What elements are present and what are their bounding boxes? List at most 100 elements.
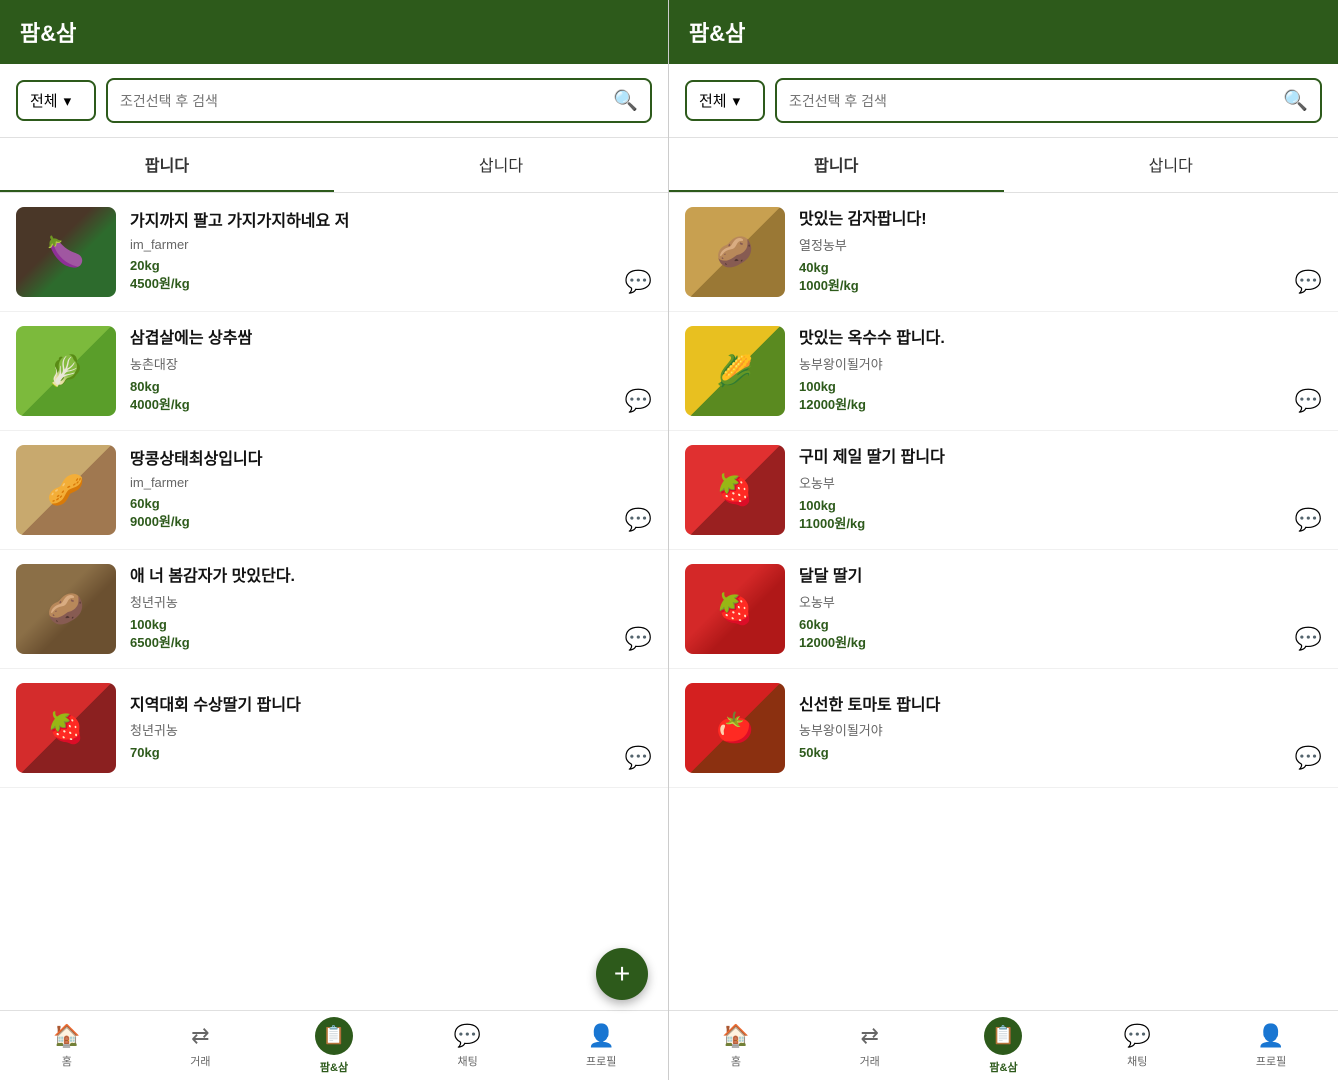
left-tabs: 팝니다 삽니다 [0, 138, 668, 193]
nav-item-프로필[interactable]: 👤 프로필 [1204, 1011, 1338, 1080]
product-seller: 농부왕이될거야 [799, 354, 1322, 373]
right-search-input[interactable] [789, 93, 1275, 109]
chevron-down-icon: ▾ [733, 92, 741, 110]
product-info: 맛있는 감자팝니다! 열정농부 40kg 1000원/kg [799, 210, 1322, 294]
nav-label: 채팅 [457, 1053, 477, 1069]
product-title: 달달 딸기 [799, 567, 1322, 588]
nav-item-홈[interactable]: 🏠 홈 [669, 1011, 803, 1080]
nav-item-프로필[interactable]: 👤 프로필 [534, 1011, 668, 1080]
chat-button[interactable]: 💬 [625, 745, 652, 771]
nav-label: 채팅 [1127, 1053, 1147, 1069]
right-screen: 팜&삼 전체 ▾ 🔍 팝니다 삽니다 🥔 맛있는 감자팝니다! [669, 0, 1338, 1080]
product-price: 11000원/kg [799, 513, 1322, 532]
product-image: 🍆 [16, 207, 116, 297]
nav-item-팜&삼[interactable]: 📋 팜&삼 [937, 1011, 1071, 1080]
list-item: 🥬 삼겹살에는 상추쌈 농촌대장 80kg 4000원/kg 💬 [0, 312, 668, 431]
product-seller: 농촌대장 [130, 354, 652, 373]
list-item: 🍆 가지까지 팔고 가지가지하네요 저 im_farmer 20kg 4500원… [0, 193, 668, 312]
product-image: 🥜 [16, 445, 116, 535]
nav-icon-active: 📋 [315, 1017, 353, 1055]
left-search-button[interactable]: 🔍 [613, 88, 638, 113]
nav-icon: 💬 [1124, 1023, 1151, 1049]
product-title: 신선한 토마토 팝니다 [799, 696, 1322, 717]
left-search-input[interactable] [120, 93, 605, 109]
right-tabs: 팝니다 삽니다 [669, 138, 1338, 193]
right-search-button[interactable]: 🔍 [1283, 88, 1308, 113]
right-tab-buy[interactable]: 삽니다 [1004, 138, 1338, 192]
nav-icon-active: 📋 [984, 1017, 1022, 1055]
list-item: 🍅 신선한 토마토 팝니다 농부왕이될거야 50kg 💬 [669, 669, 1338, 788]
product-title: 맛있는 옥수수 팝니다. [799, 329, 1322, 350]
chat-button[interactable]: 💬 [625, 388, 652, 414]
left-product-list: 🍆 가지까지 팔고 가지가지하네요 저 im_farmer 20kg 4500원… [0, 193, 668, 1010]
product-image: 🍓 [16, 683, 116, 773]
product-amount: 80kg [130, 379, 652, 394]
product-seller: 농부왕이될거야 [799, 720, 1322, 739]
chat-button[interactable]: 💬 [1295, 388, 1322, 414]
left-bottom-nav: 🏠 홈 ⇄ 거래 📋 팜&삼 💬 채팅 👤 프로필 [0, 1010, 668, 1080]
nav-label: 프로필 [586, 1053, 616, 1069]
nav-item-홈[interactable]: 🏠 홈 [0, 1011, 134, 1080]
chat-button[interactable]: 💬 [625, 507, 652, 533]
add-listing-button[interactable]: + [596, 948, 648, 1000]
right-product-list: 🥔 맛있는 감자팝니다! 열정농부 40kg 1000원/kg 💬 🌽 맛있는 … [669, 193, 1338, 1010]
left-search-wrap: 🔍 [106, 78, 652, 123]
product-info: 애 너 봄감자가 맛있단다. 청년귀농 100kg 6500원/kg [130, 567, 652, 651]
chat-button[interactable]: 💬 [1295, 507, 1322, 533]
product-amount: 20kg [130, 258, 652, 273]
left-app-title: 팜&삼 [20, 21, 76, 46]
product-info: 구미 제일 딸기 팝니다 오농부 100kg 11000원/kg [799, 448, 1322, 532]
nav-item-거래[interactable]: ⇄ 거래 [803, 1011, 937, 1080]
chat-button[interactable]: 💬 [1295, 269, 1322, 295]
product-price: 12000원/kg [799, 394, 1322, 413]
nav-label: 거래 [860, 1053, 880, 1069]
product-seller: 오농부 [799, 592, 1322, 611]
chat-button[interactable]: 💬 [625, 626, 652, 652]
nav-label: 홈 [62, 1053, 72, 1069]
list-item: 🌽 맛있는 옥수수 팝니다. 농부왕이될거야 100kg 12000원/kg 💬 [669, 312, 1338, 431]
chat-button[interactable]: 💬 [1295, 745, 1322, 771]
nav-icon: 💬 [454, 1023, 481, 1049]
product-price: 12000원/kg [799, 632, 1322, 651]
nav-item-채팅[interactable]: 💬 채팅 [401, 1011, 535, 1080]
left-tab-sell[interactable]: 팝니다 [0, 138, 334, 192]
nav-icon: ⇄ [191, 1023, 209, 1049]
product-image: 🍓 [685, 445, 785, 535]
left-category-dropdown[interactable]: 전체 ▾ [16, 80, 96, 121]
chat-button[interactable]: 💬 [625, 269, 652, 295]
right-category-dropdown[interactable]: 전체 ▾ [685, 80, 765, 121]
product-info: 지역대회 수상딸기 팝니다 청년귀농 70kg [130, 696, 652, 761]
product-image: 🍅 [685, 683, 785, 773]
list-item: 🍓 구미 제일 딸기 팝니다 오농부 100kg 11000원/kg 💬 [669, 431, 1338, 550]
product-image: 🥔 [685, 207, 785, 297]
product-title: 땅콩상태최상입니다 [130, 450, 652, 471]
list-item: 🥔 애 너 봄감자가 맛있단다. 청년귀농 100kg 6500원/kg 💬 [0, 550, 668, 669]
left-search-bar: 전체 ▾ 🔍 [0, 64, 668, 138]
right-search-wrap: 🔍 [775, 78, 1322, 123]
product-amount: 100kg [799, 379, 1322, 394]
list-item: 🍓 달달 딸기 오농부 60kg 12000원/kg 💬 [669, 550, 1338, 669]
product-seller: im_farmer [130, 237, 652, 252]
chat-button[interactable]: 💬 [1295, 626, 1322, 652]
nav-item-거래[interactable]: ⇄ 거래 [134, 1011, 268, 1080]
right-bottom-nav: 🏠 홈 ⇄ 거래 📋 팜&삼 💬 채팅 👤 프로필 [669, 1010, 1338, 1080]
product-seller: 오농부 [799, 473, 1322, 492]
product-image: 🥬 [16, 326, 116, 416]
left-header: 팜&삼 [0, 0, 668, 64]
nav-icon: 🏠 [722, 1023, 749, 1049]
nav-item-팜&삼[interactable]: 📋 팜&삼 [267, 1011, 401, 1080]
nav-label: 거래 [190, 1053, 210, 1069]
product-amount: 60kg [799, 617, 1322, 632]
product-image: 🥔 [16, 564, 116, 654]
left-tab-buy[interactable]: 삽니다 [334, 138, 668, 192]
product-image: 🍓 [685, 564, 785, 654]
product-amount: 70kg [130, 745, 652, 760]
product-seller: 청년귀농 [130, 592, 652, 611]
nav-icon: 👤 [1257, 1023, 1284, 1049]
product-info: 땅콩상태최상입니다 im_farmer 60kg 9000원/kg [130, 450, 652, 530]
product-price: 9000원/kg [130, 511, 652, 530]
nav-icon: 👤 [587, 1023, 614, 1049]
list-item: 🥜 땅콩상태최상입니다 im_farmer 60kg 9000원/kg 💬 [0, 431, 668, 550]
nav-item-채팅[interactable]: 💬 채팅 [1070, 1011, 1204, 1080]
right-tab-sell[interactable]: 팝니다 [669, 138, 1004, 192]
